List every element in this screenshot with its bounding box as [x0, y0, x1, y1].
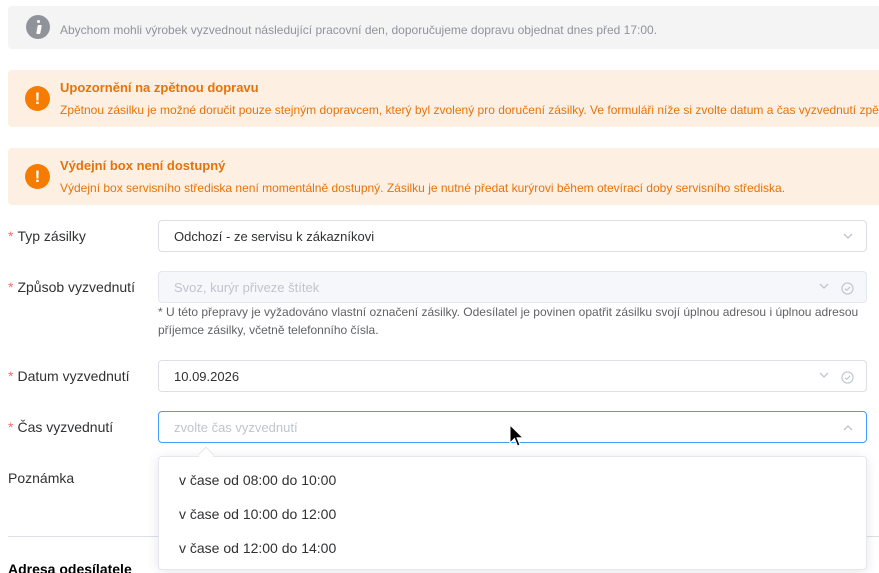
pickup-time-dropdown: v čase od 08:00 do 10:00 v čase od 10:00…	[158, 456, 867, 570]
required-mark: *	[8, 419, 14, 435]
chevron-up-icon	[843, 425, 853, 431]
pickup-time-placeholder: zvolte čas vyzvednutí	[174, 420, 298, 435]
info-alert-text: Abychom mohli výrobek vyzvednout následu…	[60, 23, 658, 37]
warning-title: Výdejní box není dostupný	[60, 158, 226, 173]
required-mark: *	[8, 279, 14, 295]
check-circle-icon	[841, 371, 854, 384]
pickup-method-hint: * U této přepravy je vyžadováno vlastní …	[158, 305, 859, 337]
pickup-method-label: * Způsob vyzvednutí	[8, 279, 135, 295]
pickup-time-option[interactable]: v čase od 10:00 do 12:00	[179, 506, 336, 522]
pickup-date-label-text: Datum vyzvednutí	[17, 368, 130, 384]
pickup-time-option[interactable]: v čase od 12:00 do 14:00	[179, 540, 336, 556]
return-shipping-warning: ! Upozornění na zpětnou dopravu Zpětnou …	[8, 70, 879, 127]
shipment-type-value: Odchozí - ze servisu k zákazníkovi	[174, 229, 375, 244]
pickup-method-label-text: Způsob vyzvednutí	[17, 279, 135, 295]
sender-address-title: Adresa odesílatele	[8, 561, 132, 573]
info-alert: Abychom mohli výrobek vyzvednout následu…	[8, 6, 879, 49]
required-mark: *	[8, 368, 14, 384]
required-mark: *	[8, 228, 14, 244]
shipment-type-select[interactable]: Odchozí - ze servisu k zákazníkovi	[158, 220, 867, 252]
shipment-type-label: * Typ zásilky	[8, 228, 86, 244]
pickup-time-option[interactable]: v čase od 08:00 do 10:00	[179, 472, 336, 488]
exclamation-icon: !	[25, 86, 50, 111]
chevron-down-icon	[843, 233, 853, 239]
pickup-box-warning: ! Výdejní box není dostupný Výdejní box …	[8, 148, 879, 205]
pickup-time-label: * Čas vyzvednutí	[8, 419, 113, 435]
pickup-date-select[interactable]: 10.09.2026	[158, 360, 867, 392]
shipment-type-label-text: Typ zásilky	[17, 228, 86, 244]
note-label: Poznámka	[8, 470, 75, 486]
pickup-method-value: Svoz, kurýr přiveze štítek	[174, 280, 320, 295]
warning-text: Zpětnou zásilku je možné doručit pouze s…	[60, 103, 879, 117]
pickup-time-label-text: Čas vyzvednutí	[17, 419, 114, 435]
exclamation-icon: !	[25, 164, 50, 189]
warning-title: Upozornění na zpětnou dopravu	[60, 80, 259, 95]
check-circle-icon	[841, 282, 854, 295]
warning-text: Výdejní box servisního střediska není mo…	[60, 181, 786, 195]
mouse-cursor-icon	[509, 424, 525, 447]
info-icon	[26, 15, 50, 39]
pickup-date-label: * Datum vyzvednutí	[8, 368, 130, 384]
pickup-method-select: Svoz, kurýr přiveze štítek	[158, 271, 867, 303]
chevron-down-icon	[819, 283, 829, 289]
chevron-down-icon	[819, 372, 829, 378]
pickup-date-value: 10.09.2026	[174, 369, 240, 384]
